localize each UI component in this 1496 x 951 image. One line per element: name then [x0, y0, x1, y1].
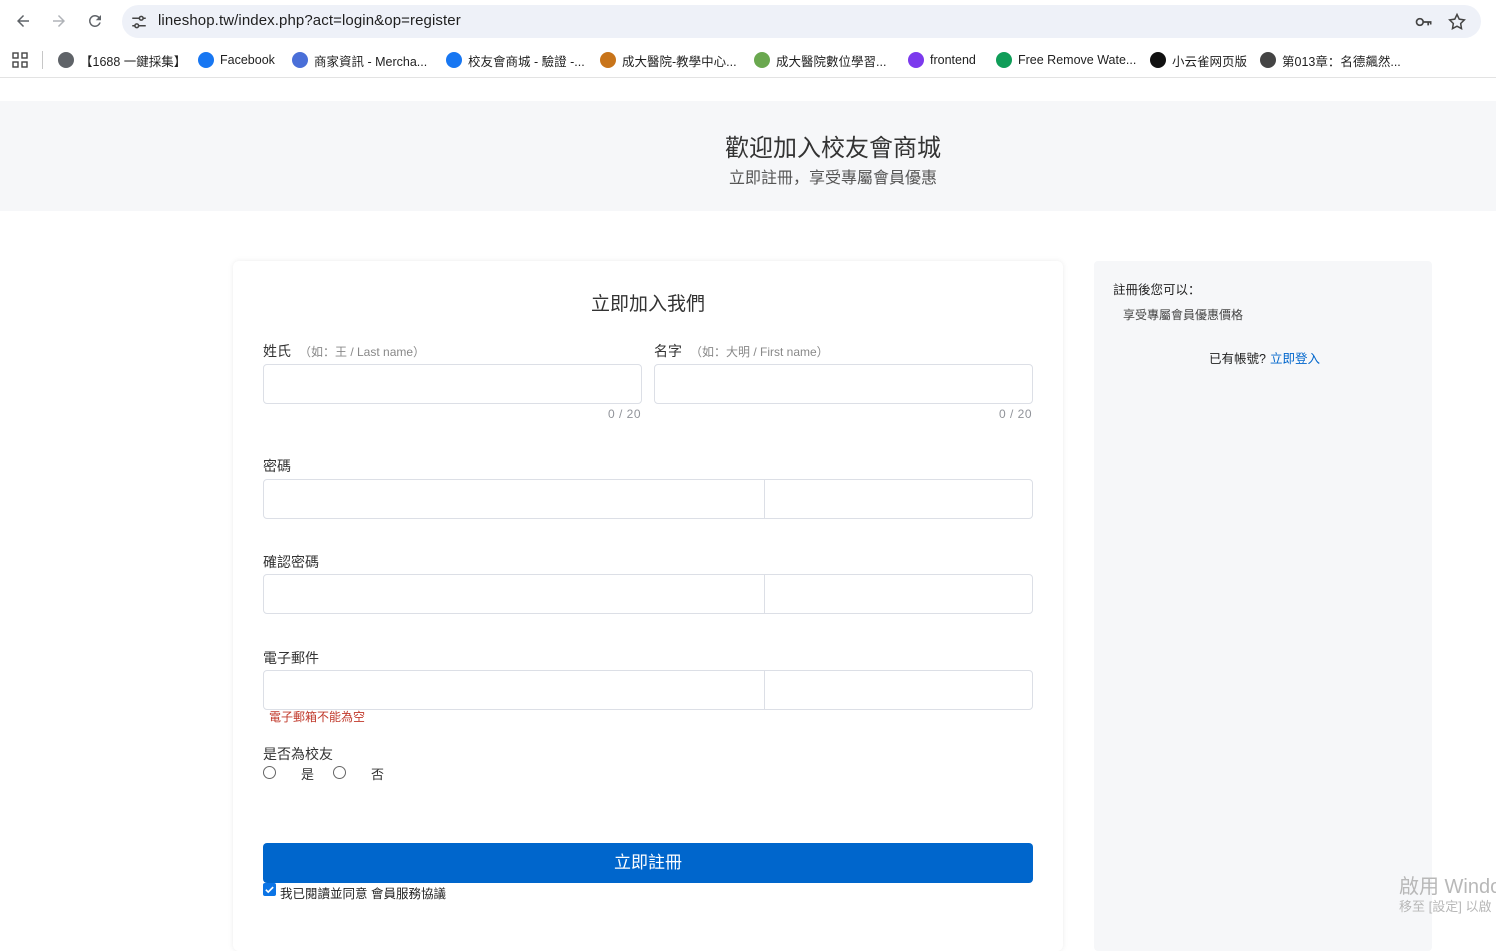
agree-label[interactable]: 我已閱讀並同意 會員服務協議 — [280, 883, 446, 902]
benefit-item: 享受專屬會員優惠價格 — [1123, 308, 1244, 322]
bookmark-label: Facebook — [220, 53, 275, 67]
bolt-icon — [908, 52, 924, 68]
apps-grid-icon[interactable] — [12, 52, 28, 68]
address-bar[interactable]: lineshop.tw/index.php?act=login&op=regis… — [122, 5, 1481, 38]
confirm-password-label: 確認密碼 — [263, 554, 319, 570]
password-label: 密碼 — [263, 458, 291, 474]
alumni-no-label[interactable]: 否 — [371, 764, 384, 783]
email-error-message: 電子郵箱不能為空 — [269, 710, 366, 724]
hero-subtitle: 立即註冊，享受專屬會員優惠 — [728, 170, 937, 187]
activation-watermark-subtitle: 移至 [設定] 以啟 — [1399, 899, 1492, 914]
forward-button[interactable] — [47, 9, 71, 33]
site-settings-icon[interactable] — [130, 13, 148, 31]
form-title: 立即加入我們 — [590, 294, 705, 315]
bookmark-item[interactable]: 商家資訊 - Mercha... — [292, 50, 427, 70]
bookmark-item[interactable]: Free Remove Wate... — [996, 50, 1136, 70]
facebook-icon — [198, 52, 214, 68]
arrow-right-icon — [53, 15, 65, 27]
hospital-icon — [600, 52, 616, 68]
first-name-counter: 0 / 20 — [999, 407, 1033, 421]
first-name-input[interactable] — [654, 364, 1033, 404]
last-name-counter: 0 / 20 — [608, 407, 642, 421]
arrow-left-icon — [17, 15, 29, 27]
bookmark-item[interactable]: 第013章：名德飆然... — [1260, 50, 1401, 70]
agree-checkbox[interactable] — [263, 883, 276, 896]
bookmark-item[interactable]: 成大醫院數位學習... — [754, 50, 886, 70]
bookmark-item[interactable]: frontend — [908, 50, 976, 70]
bookmarks-separator — [42, 51, 43, 69]
tw-icon — [1260, 52, 1276, 68]
last-name-label-text: 姓氏 — [263, 343, 291, 359]
first-name-hint: （如：大明 / First name） — [690, 345, 829, 359]
confirm-password-input[interactable] — [263, 574, 1033, 614]
hero-title: 歡迎加入校友會商城 — [725, 135, 941, 162]
reload-button[interactable] — [83, 9, 107, 33]
alumni-no-radio[interactable] — [333, 766, 346, 779]
url-text: lineshop.tw/index.php?act=login&op=regis… — [158, 12, 461, 29]
benefits-title: 註冊後您可以： — [1113, 283, 1201, 297]
first-name-label-text: 名字 — [654, 343, 682, 359]
bookmark-label: 第013章：名德飆然... — [1282, 54, 1401, 69]
bookmark-label: 校友會商城 - 驗證 -... — [468, 54, 585, 69]
last-name-input[interactable] — [263, 364, 642, 404]
register-card: 立即加入我們 姓氏 （如：王 / Last name） 0 / 20 名字 （如：大… — [233, 261, 1063, 951]
remove-icon — [996, 52, 1012, 68]
key-icon[interactable] — [1414, 12, 1434, 32]
back-button[interactable] — [11, 9, 35, 33]
reload-icon — [88, 14, 101, 27]
alumni-yes-radio[interactable] — [263, 766, 276, 779]
bookmark-label: frontend — [930, 53, 976, 67]
bookmarks-bar: 【1688 一鍵採集】 Facebook 商家資訊 - Mercha... 校友會商城… — [0, 42, 1496, 78]
hero-banner: 歡迎加入校友會商城 立即註冊，享受專屬會員優惠 — [0, 101, 1496, 211]
input-divider — [764, 575, 765, 613]
bookmark-label: 商家資訊 - Mercha... — [314, 54, 428, 69]
login-link[interactable]: 立即登入 — [1270, 352, 1320, 366]
check-icon — [265, 886, 274, 894]
input-divider — [764, 671, 765, 709]
first-name-label: 名字 （如：大明 / First name） — [654, 341, 829, 361]
merchant-icon — [292, 52, 308, 68]
last-name-label: 姓氏 （如：王 / Last name） — [263, 341, 425, 361]
bookmark-item[interactable]: 校友會商城 - 驗證 -... — [446, 50, 585, 70]
bookmark-item[interactable]: 成大醫院-教學中心... — [600, 50, 737, 70]
login-prompt-text: 已有帳號? — [1209, 352, 1266, 366]
bookmark-label: 成大醫院數位學習... — [776, 54, 887, 69]
bookmark-label: 小云雀网页版 — [1172, 54, 1248, 69]
bookmark-item[interactable]: 【1688 一鍵採集】 — [58, 50, 186, 70]
input-divider — [764, 480, 765, 518]
bookmark-item[interactable]: 小云雀网页版 — [1150, 50, 1247, 70]
hospital-icon — [754, 52, 770, 68]
facebook-icon — [446, 52, 462, 68]
email-input[interactable] — [263, 670, 1033, 710]
register-button[interactable]: 立即註冊 — [263, 843, 1033, 883]
last-name-hint: （如：王 / Last name） — [299, 345, 426, 359]
globe-icon — [58, 52, 74, 68]
login-prompt: 已有帳號? 立即登入 — [1209, 348, 1320, 367]
bird-icon — [1150, 52, 1166, 68]
password-input[interactable] — [263, 479, 1033, 519]
email-label: 電子郵件 — [263, 650, 319, 666]
activation-watermark-title: 啟用 Windo — [1399, 876, 1496, 898]
bookmark-item[interactable]: Facebook — [198, 50, 275, 70]
bookmark-label: 成大醫院-教學中心... — [622, 54, 737, 69]
alumni-label: 是否為校友 — [263, 746, 333, 762]
alumni-yes-label[interactable]: 是 — [301, 764, 314, 783]
benefits-panel: 註冊後您可以： 享受專屬會員優惠價格 已有帳號? 立即登入 — [1094, 261, 1432, 951]
bookmark-label: 【1688 一鍵採集】 — [80, 54, 187, 69]
browser-toolbar: lineshop.tw/index.php?act=login&op=regis… — [0, 0, 1496, 42]
bookmark-label: Free Remove Wate... — [1018, 53, 1137, 67]
star-icon[interactable] — [1447, 12, 1467, 32]
